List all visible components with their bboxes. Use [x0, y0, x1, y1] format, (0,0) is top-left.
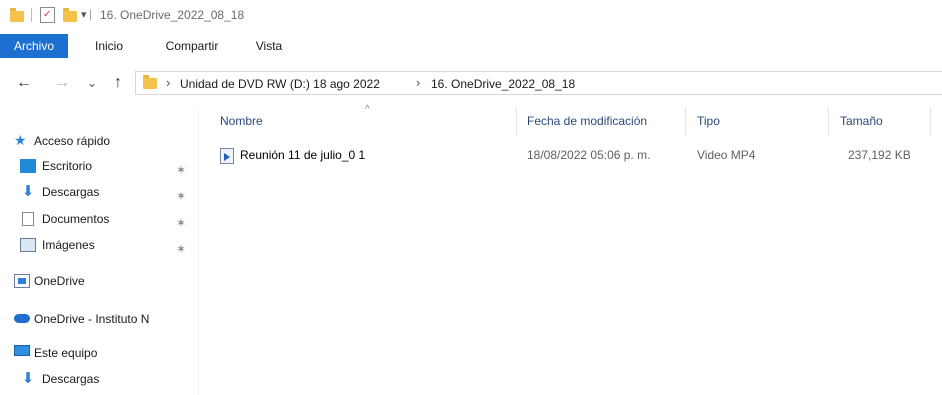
pin-icon[interactable]: ✶	[176, 212, 186, 234]
star-icon: ★	[14, 132, 27, 148]
title-separator: |	[89, 7, 93, 21]
folder-icon	[10, 8, 24, 22]
sidebar-item-label: Descargas	[42, 185, 100, 199]
document-icon	[22, 212, 34, 226]
sidebar-item-onedrive-instituto[interactable]: OneDrive - Instituto N	[14, 308, 196, 330]
window-title: 16. OneDrive_2022_08_18	[100, 8, 245, 22]
breadcrumb-chevron[interactable]: ›	[416, 75, 420, 90]
sidebar-item-documentos[interactable]: Documentos ✶	[20, 208, 200, 230]
sort-ascending-icon: ^	[365, 104, 370, 115]
forward-button[interactable]: →	[52, 74, 72, 92]
ribbon-tabs: Archivo Inicio Compartir Vista	[0, 34, 942, 58]
file-size: 237,192 KB	[848, 148, 911, 162]
column-divider[interactable]	[930, 108, 931, 136]
navigation-pane: ★ Acceso rápido Escritorio ✶ ⬇ Descargas…	[0, 110, 198, 395]
column-divider[interactable]	[516, 108, 517, 136]
column-divider[interactable]	[828, 108, 829, 136]
properties-icon[interactable]: ✓	[40, 7, 55, 23]
pin-icon[interactable]: ✶	[176, 185, 186, 207]
column-divider[interactable]	[685, 108, 686, 136]
breadcrumb-drive[interactable]: Unidad de DVD RW (D:) 18 ago 2022	[180, 77, 380, 91]
breadcrumb-folder[interactable]: 16. OneDrive_2022_08_18	[431, 77, 575, 91]
new-folder-icon[interactable]	[63, 8, 77, 22]
column-header-tipo[interactable]: Tipo	[697, 114, 720, 128]
cloud-icon	[14, 314, 30, 323]
computer-icon	[14, 345, 30, 356]
onedrive-folder-icon	[14, 274, 30, 288]
sidebar-item-escritorio[interactable]: Escritorio ✶	[20, 155, 200, 177]
folder-icon	[143, 75, 157, 89]
download-icon: ⬇	[21, 183, 35, 200]
sidebar-item-imagenes[interactable]: Imágenes ✶	[20, 234, 200, 256]
download-icon: ⬇	[21, 370, 35, 387]
desktop-icon	[20, 159, 36, 173]
pin-icon[interactable]: ✶	[176, 159, 186, 181]
column-header-tamano[interactable]: Tamaño	[840, 114, 883, 128]
sidebar-item-descargas[interactable]: ⬇ Descargas ✶	[20, 181, 200, 203]
toolbar-separator	[31, 8, 32, 22]
pane-divider[interactable]	[198, 110, 199, 395]
sidebar-item-label: Acceso rápido	[34, 134, 111, 148]
sidebar-item-label: OneDrive	[34, 274, 85, 288]
column-header-nombre[interactable]: Nombre	[220, 114, 263, 128]
sidebar-item-label: Imágenes	[42, 238, 95, 252]
recent-locations-button[interactable]: ⌄	[84, 74, 100, 92]
title-bar: ✓ ▾ | 16. OneDrive_2022_08_18	[0, 0, 942, 34]
breadcrumb-chevron[interactable]: ›	[166, 75, 170, 90]
tab-compartir[interactable]: Compartir	[156, 34, 228, 58]
tab-inicio[interactable]: Inicio	[86, 34, 132, 58]
video-file-icon	[220, 148, 234, 164]
back-button[interactable]: ←	[14, 74, 34, 92]
tab-archivo[interactable]: Archivo	[0, 34, 68, 58]
tab-vista[interactable]: Vista	[250, 34, 288, 58]
image-icon	[20, 238, 36, 252]
up-button[interactable]: ↑	[108, 74, 128, 92]
sidebar-item-label: Este equipo	[34, 346, 98, 360]
column-header-fecha[interactable]: Fecha de modificación	[527, 114, 647, 128]
sidebar-item-label: Escritorio	[42, 159, 93, 173]
sidebar-item-label: Documentos	[42, 212, 110, 226]
address-bar[interactable]: › Unidad de DVD RW (D:) 18 ago 2022 › 16…	[135, 71, 942, 95]
pin-icon[interactable]: ✶	[176, 238, 186, 260]
file-name[interactable]: Reunión 11 de julio_0 1	[240, 148, 365, 162]
customize-toolbar-button[interactable]: ▾	[81, 8, 87, 21]
sidebar-item-label: Descargas	[42, 372, 100, 386]
sidebar-item-label: OneDrive - Instituto N	[34, 312, 150, 326]
file-type: Video MP4	[697, 148, 756, 162]
file-modified: 18/08/2022 05:06 p. m.	[527, 148, 651, 162]
